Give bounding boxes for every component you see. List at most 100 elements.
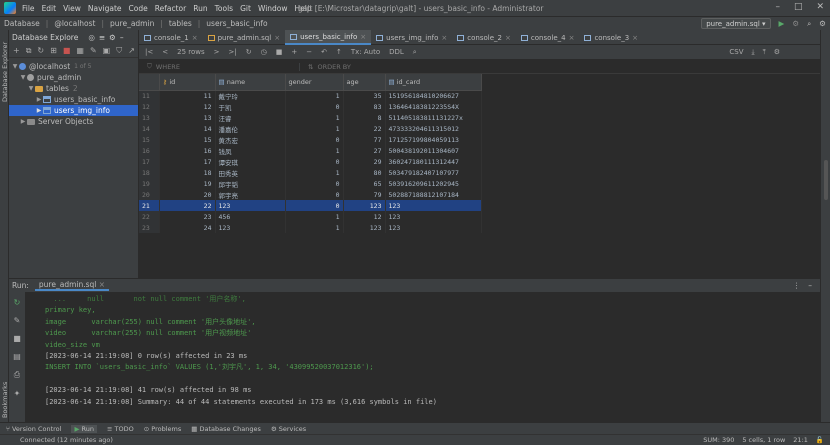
cell-name[interactable]: 于凯: [215, 101, 286, 112]
search-icon[interactable]: ⌕: [807, 19, 811, 29]
cell-id-card[interactable]: 500438192011304607: [385, 145, 482, 156]
menu-edit[interactable]: Edit: [42, 4, 57, 13]
cell-id[interactable]: 17: [159, 156, 216, 167]
column-header-gender[interactable]: gender: [285, 74, 344, 91]
chevron-down-icon[interactable]: ▼: [19, 74, 27, 81]
cell-gender[interactable]: 1: [285, 222, 344, 233]
refresh-icon[interactable]: ↻: [37, 46, 44, 55]
cell-gender[interactable]: 0: [285, 156, 344, 167]
close-icon[interactable]: ×: [505, 34, 511, 42]
stop-icon[interactable]: ■: [276, 48, 283, 56]
table-row[interactable]: 20 20 郭宇亮 0 79 502887188812107184: [139, 189, 482, 200]
cell-id-card[interactable]: 473333204611315012: [385, 123, 482, 134]
menu-git[interactable]: Git: [240, 4, 251, 13]
refresh-icon[interactable]: ↻: [246, 48, 252, 56]
tab-console-1[interactable]: console_1 ×: [139, 30, 203, 45]
globe-icon[interactable]: ◎: [88, 33, 95, 42]
breadcrumb-database[interactable]: Database: [4, 19, 40, 28]
page-size-select[interactable]: 25 rows: [177, 48, 205, 56]
breadcrumb-host[interactable]: @localhost: [54, 19, 95, 28]
cell-gender[interactable]: 0: [285, 200, 344, 211]
cell-name[interactable]: 戴宁玲: [215, 90, 286, 101]
cell-name[interactable]: 邱宇韬: [215, 178, 286, 189]
minimize-icon[interactable]: –: [775, 2, 780, 12]
print-icon[interactable]: ⎙: [14, 370, 20, 380]
console-icon[interactable]: ▣: [103, 46, 111, 55]
tree-table-users-basic-info[interactable]: ▶ users_basic_info: [9, 94, 138, 105]
tool-todo[interactable]: ≡ TODO: [107, 425, 134, 433]
bookmarks-side-tab[interactable]: Bookmarks: [1, 382, 9, 418]
pin-icon[interactable]: ✦: [14, 389, 21, 398]
cell-gender[interactable]: 1: [285, 211, 344, 222]
tab-run-pure-admin-sql[interactable]: pure_admin.sql ×: [34, 280, 110, 291]
menu-run[interactable]: Run: [193, 4, 207, 13]
cell-name[interactable]: 钱凤: [215, 145, 286, 156]
cell-id-card[interactable]: 123: [385, 222, 482, 233]
tree-schema[interactable]: ▼ pure_admin: [9, 72, 138, 83]
more-icon[interactable]: ⋮: [793, 281, 801, 290]
table-row[interactable]: 18 18 田秀英 1 80 503479182407107977: [139, 167, 482, 178]
revert-icon[interactable]: ↶: [321, 48, 327, 56]
cell-id[interactable]: 11: [159, 90, 216, 101]
close-icon[interactable]: ×: [274, 34, 280, 42]
cell-gender[interactable]: 0: [285, 178, 344, 189]
cell-gender[interactable]: 1: [285, 145, 344, 156]
tool-database-changes[interactable]: ▦ Database Changes: [191, 425, 261, 433]
menu-tools[interactable]: Tools: [215, 4, 233, 13]
cell-name[interactable]: 456: [215, 211, 286, 222]
tab-users-basic-info[interactable]: users_basic_info ×: [285, 30, 372, 45]
column-header-id-card[interactable]: ▤ id_card: [385, 74, 482, 91]
cell-age[interactable]: 83: [343, 101, 386, 112]
tree-tables-folder[interactable]: ▼ tables 2: [9, 83, 138, 94]
table-row[interactable]: 21 22 123 0 123 123: [139, 200, 482, 211]
cursor-position[interactable]: 21:1: [793, 436, 808, 444]
column-header-id[interactable]: ⚷ id: [159, 74, 216, 91]
wrench-icon[interactable]: ✎: [14, 316, 21, 325]
scrollbar-thumb[interactable]: [824, 160, 828, 200]
cell-id-card[interactable]: 136464183812235S4X: [385, 101, 482, 112]
menu-file[interactable]: File: [22, 4, 35, 13]
order-by-filter[interactable]: ⇅ ORDER BY: [299, 62, 351, 71]
tab-pure-admin-sql[interactable]: pure_admin.sql ×: [203, 30, 285, 45]
tree-table-users-img-info[interactable]: ▶ users_img_info: [9, 105, 138, 116]
next-page-icon[interactable]: >: [214, 48, 220, 56]
ddl-button[interactable]: DDL: [389, 48, 404, 56]
cell-id-card[interactable]: 503916209611202945: [385, 178, 482, 189]
cell-gender[interactable]: 0: [285, 134, 344, 145]
cell-id-card[interactable]: 151956184810206627: [385, 90, 482, 101]
cell-id[interactable]: 19: [159, 178, 216, 189]
maximize-icon[interactable]: □: [794, 2, 803, 12]
cell-name[interactable]: 潘嘉伦: [215, 123, 286, 134]
tab-users-img-info[interactable]: users_img_info ×: [371, 30, 452, 45]
chevron-down-icon[interactable]: ▼: [11, 63, 19, 70]
close-icon[interactable]: ×: [569, 34, 575, 42]
search-icon[interactable]: ⌕: [413, 48, 417, 57]
table-row[interactable]: 19 19 邱宇韬 0 65 503916209611202945: [139, 178, 482, 189]
cell-id[interactable]: 15: [159, 134, 216, 145]
close-icon[interactable]: ×: [99, 280, 105, 289]
table-row[interactable]: 11 11 戴宁玲 1 35 151956184810206627: [139, 90, 482, 101]
cell-age[interactable]: 12: [343, 211, 386, 222]
settings-icon[interactable]: ⚙: [819, 19, 826, 28]
cell-age[interactable]: 35: [343, 90, 386, 101]
tool-problems[interactable]: ⊙ Problems: [144, 425, 182, 433]
run-config-select[interactable]: pure_admin.sql ▾: [701, 18, 771, 29]
column-header-name[interactable]: ▤ name: [215, 74, 286, 91]
cell-age[interactable]: 8: [343, 112, 386, 123]
table-row[interactable]: 14 14 潘嘉伦 1 22 473333204611315012: [139, 123, 482, 134]
gear-icon[interactable]: ⚙: [109, 33, 116, 42]
tx-select[interactable]: Tx: Auto: [351, 48, 380, 56]
cell-age[interactable]: 80: [343, 167, 386, 178]
menu-navigate[interactable]: Navigate: [88, 4, 122, 13]
add-row-icon[interactable]: +: [291, 48, 297, 56]
cell-id-card[interactable]: 360247180111312447: [385, 156, 482, 167]
table-row[interactable]: 13 13 汪睿 1 8 511405183811131227x: [139, 112, 482, 123]
export-format-select[interactable]: CSV: [729, 48, 743, 57]
menu-code[interactable]: Code: [129, 4, 148, 13]
where-filter[interactable]: ⛉ WHERE: [139, 62, 299, 71]
breadcrumb-table[interactable]: users_basic_info: [206, 19, 267, 28]
edit-icon[interactable]: ✎: [90, 46, 97, 55]
cell-name[interactable]: 谭安琪: [215, 156, 286, 167]
cell-id-card[interactable]: 171257199804059113: [385, 134, 482, 145]
cell-id[interactable]: 12: [159, 101, 216, 112]
